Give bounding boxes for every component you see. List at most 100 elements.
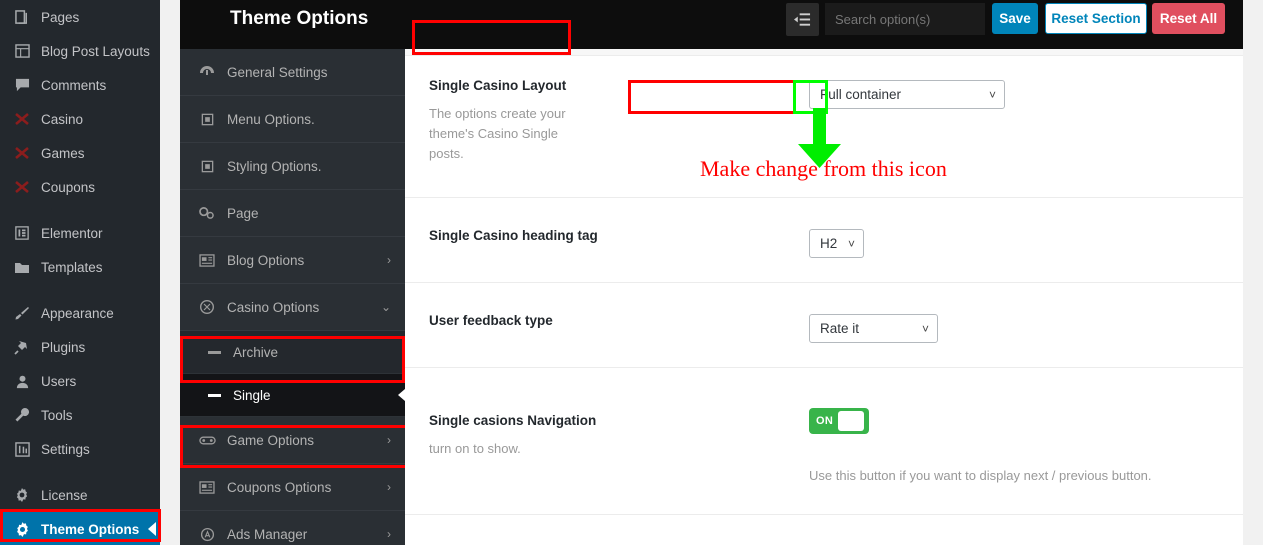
sidebar-item-appearance[interactable]: Appearance — [0, 296, 160, 330]
sidebar-item-templates[interactable]: Templates — [0, 250, 160, 284]
layout-icon — [197, 112, 217, 127]
elementor-icon — [11, 226, 33, 240]
user-icon — [11, 374, 33, 389]
search-input[interactable] — [825, 3, 985, 35]
sidebar-item-games[interactable]: Games — [0, 136, 160, 170]
flyout-arrow-icon — [148, 522, 156, 536]
options-menu-item-blog-options[interactable]: Blog Options › — [180, 237, 405, 284]
sidebar-item-casino[interactable]: Casino — [0, 102, 160, 136]
wrench-icon — [11, 407, 33, 423]
sidebar-item-elementor[interactable]: Elementor — [0, 216, 160, 250]
single-casino-layout-select[interactable]: Full container ˅ — [809, 80, 1005, 109]
panel-header: Theme Options Save Reset Section Reset A… — [180, 0, 1243, 49]
toggle-state-label: ON — [816, 415, 834, 427]
options-menu-label: Casino Options — [227, 299, 320, 315]
sidebar-item-license[interactable]: License — [0, 478, 160, 512]
gamepad-icon — [197, 435, 217, 446]
select-value: Full container — [820, 87, 902, 102]
field-helper-text: Use this button if you want to display n… — [809, 468, 1152, 483]
reset-all-button[interactable]: Reset All — [1152, 3, 1225, 34]
sidebar-item-theme-options[interactable]: Theme Options — [0, 512, 160, 545]
sidebar-label: License — [41, 487, 88, 503]
sidebar-item-settings[interactable]: Settings — [0, 432, 160, 466]
sidebar-label: Templates — [41, 259, 103, 275]
options-menu: General Settings Menu Options. Styling O… — [180, 49, 405, 545]
select-value: H2 — [820, 236, 838, 251]
blog-post-layouts-icon — [11, 44, 33, 58]
sidebar-label: Pages — [41, 9, 80, 25]
options-submenu-item-single[interactable]: Single — [180, 374, 405, 417]
options-menu-item-coupons-options[interactable]: Coupons Options › — [180, 464, 405, 511]
field-description: The options create your theme's Casino S… — [429, 106, 566, 161]
options-menu-item-styling-options[interactable]: Styling Options. — [180, 143, 405, 190]
options-menu-label: Ads Manager — [227, 526, 308, 542]
options-submenu-item-archive[interactable]: Archive — [180, 331, 405, 374]
sidebar-label: Casino — [41, 111, 84, 127]
options-menu-item-menu-options[interactable]: Menu Options. — [180, 96, 405, 143]
sidebar-separator — [0, 204, 160, 216]
save-button[interactable]: Save — [992, 3, 1038, 34]
reset-section-button[interactable]: Reset Section — [1045, 3, 1147, 34]
sidebar-item-comments[interactable]: Comments — [0, 68, 160, 102]
sidebar-label: Tools — [41, 407, 73, 423]
sidebar-separator — [0, 284, 160, 296]
sidebar-label: Settings — [41, 441, 90, 457]
options-menu-label: Styling Options. — [227, 158, 322, 174]
x-mark-icon — [11, 145, 33, 161]
dash-icon — [208, 350, 221, 354]
sidebar-item-blog-post-layouts[interactable]: Blog Post Layouts — [0, 34, 160, 68]
sidebar-label: Comments — [41, 77, 107, 93]
page-title: Theme Options — [230, 8, 369, 29]
toggle-knob — [838, 411, 865, 431]
options-submenu-label: Single — [233, 387, 271, 403]
form-row-single-casinos-navigation: Single casions Navigation turn on to sho… — [405, 368, 1243, 515]
sidebar-label: Appearance — [41, 305, 114, 321]
user-feedback-type-select[interactable]: Rate it ˅ — [809, 314, 938, 343]
sidebar-label: Users — [41, 373, 77, 389]
newspaper-icon — [197, 253, 217, 267]
sidebar-label: Coupons — [41, 179, 96, 195]
sidebar-item-plugins[interactable]: Plugins — [0, 330, 160, 364]
gear-icon — [11, 521, 33, 538]
options-menu-item-ads-manager[interactable]: Ads Manager › — [180, 511, 405, 545]
collapse-sidebar-icon[interactable] — [786, 3, 819, 36]
chevron-down-icon: ˅ — [847, 236, 855, 251]
options-menu-item-game-options[interactable]: Game Options › — [180, 417, 405, 464]
comments-icon — [11, 78, 33, 92]
chevron-right-icon: › — [387, 527, 391, 541]
options-menu-label: Coupons Options — [227, 479, 332, 495]
sidebar-label: Theme Options — [41, 521, 140, 537]
sidebar-label: Elementor — [41, 225, 103, 241]
options-submenu-label: Archive — [233, 344, 279, 360]
single-casino-heading-tag-select[interactable]: H2 ˅ — [809, 229, 864, 258]
form-top-strip — [405, 49, 1243, 56]
options-menu-item-casino-options[interactable]: Casino Options ⌄ — [180, 284, 405, 331]
sidebar-item-coupons[interactable]: Coupons — [0, 170, 160, 204]
field-label: Single casions Navigation — [429, 413, 597, 428]
chevron-down-icon: ˅ — [921, 321, 929, 336]
options-form: Single Casino Layout The options create … — [405, 49, 1243, 545]
active-indicator-arrow-icon — [398, 389, 405, 401]
paintbrush-icon — [11, 305, 33, 321]
sidebar-label: Games — [41, 145, 85, 161]
options-menu-label: Blog Options — [227, 252, 305, 268]
newspaper-icon — [197, 480, 217, 494]
form-row-user-feedback-type: User feedback type Rate it ˅ — [405, 283, 1243, 368]
sidebar-label: Plugins — [41, 339, 86, 355]
gears-icon — [197, 206, 217, 220]
chevron-down-icon: ˅ — [988, 87, 996, 102]
theme-options-panel: Theme Options Save Reset Section Reset A… — [180, 0, 1243, 545]
sidebar-item-pages[interactable]: Pages — [0, 0, 160, 34]
chevron-right-icon: › — [387, 433, 391, 447]
wordpress-admin-sidebar: Pages Blog Post Layouts Comments Casino — [0, 0, 161, 545]
sidebar-item-tools[interactable]: Tools — [0, 398, 160, 432]
field-label: User feedback type — [429, 313, 553, 328]
options-menu-item-general-settings[interactable]: General Settings — [180, 49, 405, 96]
sidebar-label: Blog Post Layouts — [41, 43, 150, 59]
single-casinos-navigation-toggle[interactable]: ON — [809, 408, 869, 434]
options-menu-label: Game Options — [227, 432, 315, 448]
casino-chip-icon — [197, 299, 217, 315]
select-value: Rate it — [820, 321, 860, 336]
sidebar-item-users[interactable]: Users — [0, 364, 160, 398]
options-menu-item-page[interactable]: Page — [180, 190, 405, 237]
